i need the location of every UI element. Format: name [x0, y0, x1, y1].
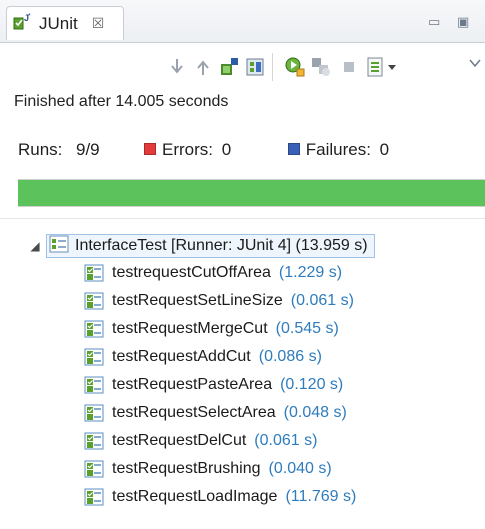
test-case-duration: (0.040 s) [268, 460, 332, 477]
tab-title: JUnit [39, 13, 78, 33]
test-case-duration: (0.048 s) [283, 404, 347, 421]
test-case-row[interactable]: testRequestSetLineSize (0.061 s) [84, 288, 354, 314]
test-counters: Runs: 9/9 Errors: 0 Failures: 0 [18, 140, 389, 160]
previous-failure-icon[interactable] [190, 54, 216, 80]
test-case-row[interactable]: testRequestLoadImage (11.769 s) [84, 484, 356, 510]
test-passed-icon [84, 432, 104, 450]
toolbar-separator [272, 53, 273, 81]
test-case-row[interactable]: testRequestPasteArea (0.120 s) [84, 372, 343, 398]
rerun-test-icon[interactable] [282, 54, 308, 80]
errors-label: Errors: [162, 140, 213, 159]
elapsed-time-status: Finished after 14.005 seconds [14, 93, 229, 110]
runs-label: Runs: [18, 140, 63, 159]
expand-icon[interactable]: ◢ [24, 239, 46, 253]
error-icon [144, 143, 156, 155]
view-menu-icon[interactable] [462, 50, 485, 76]
show-failures-only-icon[interactable] [216, 54, 242, 80]
test-case-row[interactable]: testRequestSelectArea (0.048 s) [84, 400, 347, 426]
divider [0, 218, 485, 219]
test-case-name: testRequestSelectArea [112, 404, 276, 421]
test-passed-icon [84, 460, 104, 478]
test-suite-label: InterfaceTest [Runner: JUnit 4] (13.959 … [75, 237, 368, 254]
svg-text:*: * [28, 13, 31, 20]
test-case-duration: (1.229 s) [278, 264, 343, 281]
scroll-lock-icon[interactable] [242, 54, 268, 80]
minimize-icon[interactable]: ▭ [428, 14, 440, 30]
test-case-row[interactable]: testRequestMergeCut (0.545 s) [84, 316, 339, 342]
next-failure-icon[interactable] [164, 54, 190, 80]
test-case-duration: (0.545 s) [275, 320, 339, 337]
view-tab-bar: J * JUnit ☒ ▭ ▣ [0, 0, 485, 43]
runs-value: 9/9 [76, 140, 100, 159]
test-case-name: testRequestSetLineSize [112, 292, 283, 309]
test-passed-icon [84, 488, 104, 506]
errors-counter: Errors: 0 [144, 140, 288, 160]
test-case-duration: (0.061 s) [254, 432, 318, 449]
test-passed-icon [84, 404, 104, 422]
test-passed-icon [84, 264, 104, 282]
rerun-failed-first-icon[interactable] [308, 54, 334, 80]
test-passed-icon [84, 348, 104, 366]
maximize-icon[interactable]: ▣ [457, 14, 469, 30]
test-passed-icon [84, 292, 104, 310]
close-icon[interactable]: ☒ [92, 15, 105, 32]
tree-root[interactable]: ◢ InterfaceTest [Runner: JUnit 4] (13.95… [24, 232, 375, 260]
progress-bar [18, 179, 485, 207]
test-suite-icon [49, 235, 69, 258]
junit-tab[interactable]: J * JUnit ☒ [6, 6, 124, 40]
test-case-name: testRequestBrushing [112, 460, 261, 477]
failures-value: 0 [379, 140, 390, 159]
failure-icon [287, 143, 300, 155]
test-case-name: testrequestCutOffArea [112, 264, 271, 281]
progress-fill [18, 180, 485, 206]
junit-toolbar [0, 50, 485, 90]
test-case-duration: (0.120 s) [280, 376, 344, 393]
failures-label: Failures: [305, 140, 371, 159]
test-case-name: testRequestPasteArea [112, 376, 273, 393]
test-case-duration: (0.086 s) [258, 348, 322, 365]
test-case-name: testRequestDelCut [112, 432, 247, 449]
test-case-row[interactable]: testrequestCutOffArea (1.229 s) [84, 260, 342, 286]
test-case-duration: (11.769 s) [285, 488, 357, 505]
menu-dropdown-icon[interactable] [384, 54, 400, 80]
test-case-name: testRequestMergeCut [112, 320, 268, 337]
test-case-row[interactable]: testRequestBrushing (0.040 s) [84, 456, 332, 482]
test-case-row[interactable]: testRequestAddCut (0.086 s) [84, 344, 322, 370]
junit-icon: J * [13, 11, 33, 36]
errors-value: 0 [221, 140, 232, 159]
test-suite-node[interactable]: InterfaceTest [Runner: JUnit 4] (13.959 … [46, 234, 375, 258]
stop-icon[interactable] [336, 54, 362, 80]
test-case-row[interactable]: testRequestDelCut (0.061 s) [84, 428, 317, 454]
test-passed-icon [84, 320, 104, 338]
test-case-duration: (0.061 s) [290, 292, 354, 309]
failures-counter: Failures: 0 [287, 140, 390, 160]
test-passed-icon [84, 376, 104, 394]
test-case-name: testRequestLoadImage [112, 488, 278, 505]
test-case-name: testRequestAddCut [112, 348, 251, 365]
